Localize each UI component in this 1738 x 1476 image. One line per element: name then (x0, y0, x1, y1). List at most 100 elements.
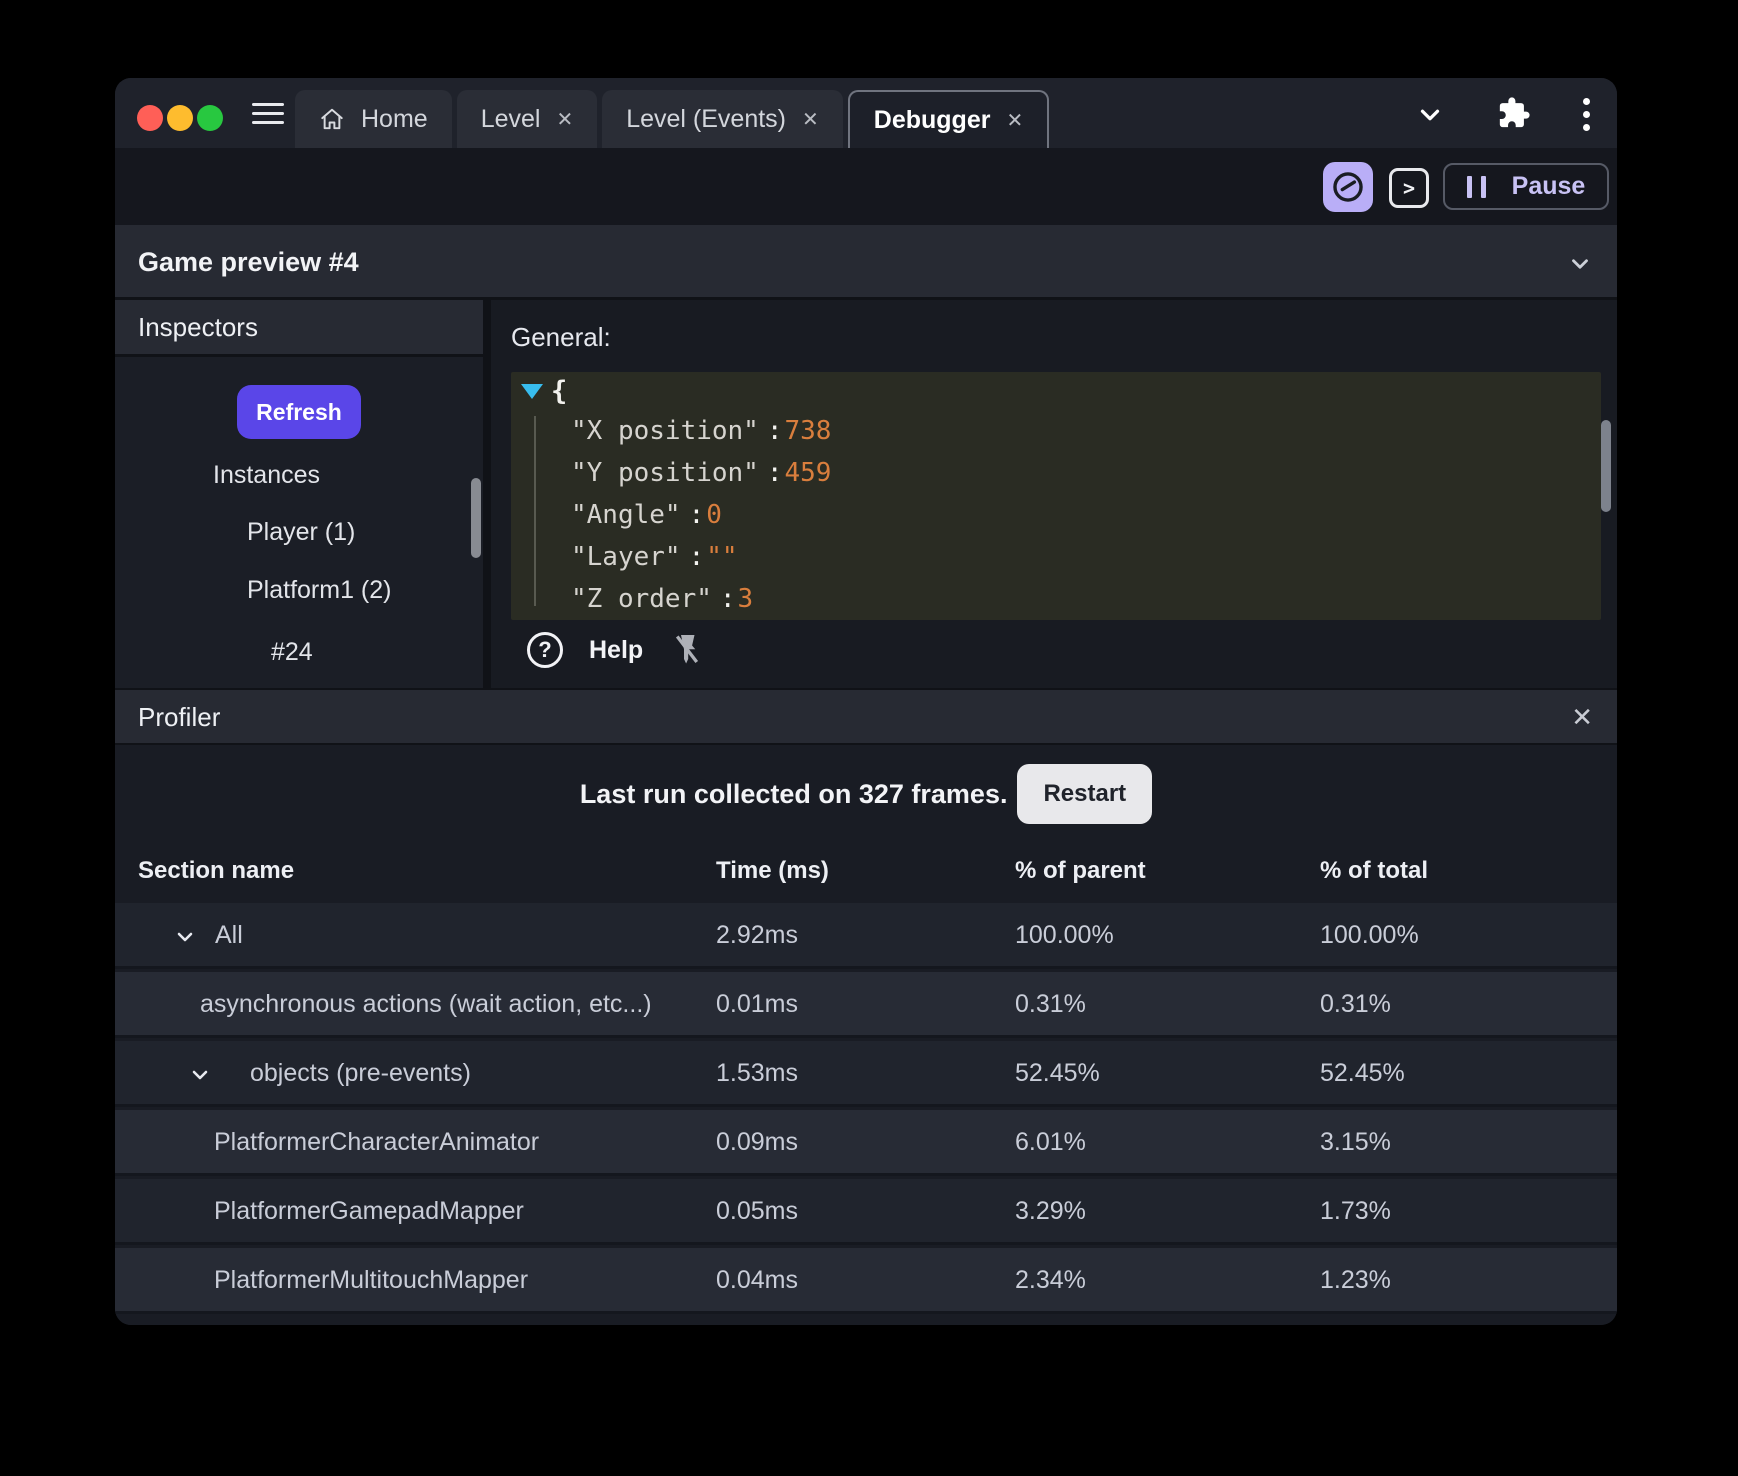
json-key: "Z order" (571, 584, 712, 614)
section-percent-of-total: 3.15% (1320, 1110, 1391, 1176)
inspectors-scrollbar[interactable] (471, 478, 481, 558)
tab-level[interactable]: Level ✕ (457, 90, 598, 148)
section-name: PlatformerGamepadMapper (214, 1179, 524, 1245)
pause-button[interactable]: Pause (1443, 163, 1609, 210)
tab-home[interactable]: Home (295, 90, 452, 148)
inspectors-panel: Inspectors Refresh Instances Player (1) … (115, 300, 483, 688)
profiler-row-multitouch-mapper[interactable]: PlatformerMultitouchMapper 0.04ms 2.34% … (115, 1248, 1617, 1314)
traffic-light-zoom-button[interactable] (197, 105, 223, 131)
json-value: 738 (785, 416, 832, 446)
column-header-time: Time (ms) (716, 857, 829, 885)
section-percent-of-parent: 3.29% (1015, 1179, 1086, 1245)
tab-debugger[interactable]: Debugger ✕ (848, 90, 1049, 148)
general-title: General: (511, 322, 611, 353)
section-name: asynchronous actions (wait action, etc..… (200, 972, 652, 1038)
profiler-panel: Last run collected on 327 frames. Restar… (115, 745, 1617, 1325)
debugger-toolbar: > Pause (115, 148, 1617, 225)
profiler-row-objects-pre-events[interactable]: objects (pre-events) 1.53ms 52.45% 52.45… (115, 1041, 1617, 1107)
extensions-puzzle-icon[interactable] (1497, 96, 1531, 130)
tree-guide-line (534, 416, 536, 606)
json-key: "Y position" (571, 458, 759, 488)
json-viewer: { "X position":738 "Y position":459 "Ang… (511, 372, 1601, 620)
column-header-percent-of-parent: % of parent (1015, 857, 1146, 885)
section-time: 0.05ms (716, 1179, 798, 1245)
tree-item-instance-24[interactable]: #24 (271, 638, 313, 667)
tab-level-events[interactable]: Level (Events) ✕ (602, 90, 843, 148)
profiler-table-header: Section name Time (ms) % of parent % of … (115, 845, 1617, 900)
prompt-icon: > (1403, 176, 1415, 200)
profiler-status-row: Last run collected on 327 frames. Restar… (115, 763, 1617, 825)
tab-close-icon[interactable]: ✕ (556, 107, 573, 132)
json-value: 459 (785, 458, 832, 488)
profiler-row-async-actions[interactable]: asynchronous actions (wait action, etc..… (115, 972, 1617, 1038)
json-root-brace[interactable]: { (551, 376, 567, 407)
column-header-percent-of-total: % of total (1320, 857, 1428, 885)
json-property-row: "X position":738 (571, 410, 831, 452)
pin-off-icon[interactable] (669, 630, 705, 670)
profiler-title: Profiler (138, 702, 220, 733)
section-time: 0.09ms (716, 1110, 798, 1176)
hamburger-menu-icon[interactable] (252, 103, 284, 124)
restart-button[interactable]: Restart (1017, 764, 1152, 824)
refresh-button[interactable]: Refresh (237, 385, 361, 439)
tab-strip: Home Level ✕ Level (Events) ✕ Debugger ✕ (295, 90, 1049, 148)
section-percent-of-total: 1.73% (1320, 1179, 1391, 1245)
tree-item-platform1[interactable]: Platform1 (2) (247, 576, 391, 605)
traffic-light-close-button[interactable] (137, 105, 163, 131)
inspectors-title: Inspectors (138, 312, 258, 343)
help-label[interactable]: Help (589, 636, 643, 665)
inspectors-header: Inspectors (115, 300, 483, 357)
section-percent-of-total: 0.31% (1320, 972, 1391, 1038)
game-preview-header[interactable]: Game preview #4 (115, 225, 1617, 300)
debugger-content: Inspectors Refresh Instances Player (1) … (115, 300, 1617, 688)
section-name: PlatformerCharacterAnimator (214, 1110, 539, 1176)
general-scrollbar[interactable] (1601, 420, 1611, 512)
tree-item-instances[interactable]: Instances (213, 461, 320, 490)
tab-label: Level (481, 105, 541, 134)
json-value: 3 (738, 584, 754, 614)
section-percent-of-parent: 6.01% (1015, 1110, 1086, 1176)
json-key: "Layer" (571, 542, 681, 572)
help-row: ? Help (527, 630, 705, 670)
column-header-section-name: Section name (138, 857, 294, 885)
section-percent-of-parent: 0.31% (1015, 972, 1086, 1038)
json-key: "Angle" (571, 500, 681, 530)
speedometer-icon (1331, 170, 1365, 204)
tree-item-player[interactable]: Player (1) (247, 518, 355, 547)
general-panel: General: { "X position":738 "Y position"… (491, 300, 1617, 688)
profiler-close-icon[interactable]: ✕ (1571, 702, 1593, 733)
pause-icon (1467, 176, 1486, 198)
home-icon (319, 106, 345, 132)
tab-close-icon[interactable]: ✕ (1006, 108, 1023, 133)
section-percent-of-total: 100.00% (1320, 903, 1419, 969)
section-percent-of-total: 52.45% (1320, 1041, 1405, 1107)
profiler-row-gamepad-mapper[interactable]: PlatformerGamepadMapper 0.05ms 3.29% 1.7… (115, 1179, 1617, 1245)
section-time: 1.53ms (716, 1041, 798, 1107)
profiler-gauge-button[interactable] (1323, 162, 1373, 212)
expand-triangle-icon[interactable] (521, 384, 543, 399)
section-time: 2.92ms (716, 903, 798, 969)
console-button[interactable]: > (1389, 168, 1429, 208)
profiler-row-character-animator[interactable]: PlatformerCharacterAnimator 0.09ms 6.01%… (115, 1110, 1617, 1176)
row-expand-chevron-icon[interactable] (188, 1063, 212, 1087)
more-options-icon[interactable] (1583, 98, 1591, 131)
json-value: "" (706, 542, 737, 572)
traffic-light-minimize-button[interactable] (167, 105, 193, 131)
help-icon[interactable]: ? (527, 632, 563, 668)
json-property-row: "Angle":0 (571, 494, 831, 536)
json-property-row: "Y position":459 (571, 452, 831, 494)
profiler-row-all[interactable]: All 2.92ms 100.00% 100.00% (115, 903, 1617, 969)
pause-label: Pause (1512, 172, 1586, 201)
json-property-row: "Layer":"" (571, 536, 831, 578)
section-percent-of-parent: 52.45% (1015, 1041, 1100, 1107)
section-name: All (215, 903, 243, 969)
game-preview-title: Game preview #4 (138, 247, 359, 278)
section-percent-of-total: 1.23% (1320, 1248, 1391, 1314)
tab-label: Debugger (874, 106, 991, 135)
section-time: 0.01ms (716, 972, 798, 1038)
chevron-down-icon[interactable] (1415, 100, 1445, 130)
section-time: 0.04ms (716, 1248, 798, 1314)
row-expand-chevron-icon[interactable] (173, 925, 197, 949)
tab-close-icon[interactable]: ✕ (802, 107, 819, 132)
collapse-chevron-icon[interactable] (1567, 251, 1593, 277)
